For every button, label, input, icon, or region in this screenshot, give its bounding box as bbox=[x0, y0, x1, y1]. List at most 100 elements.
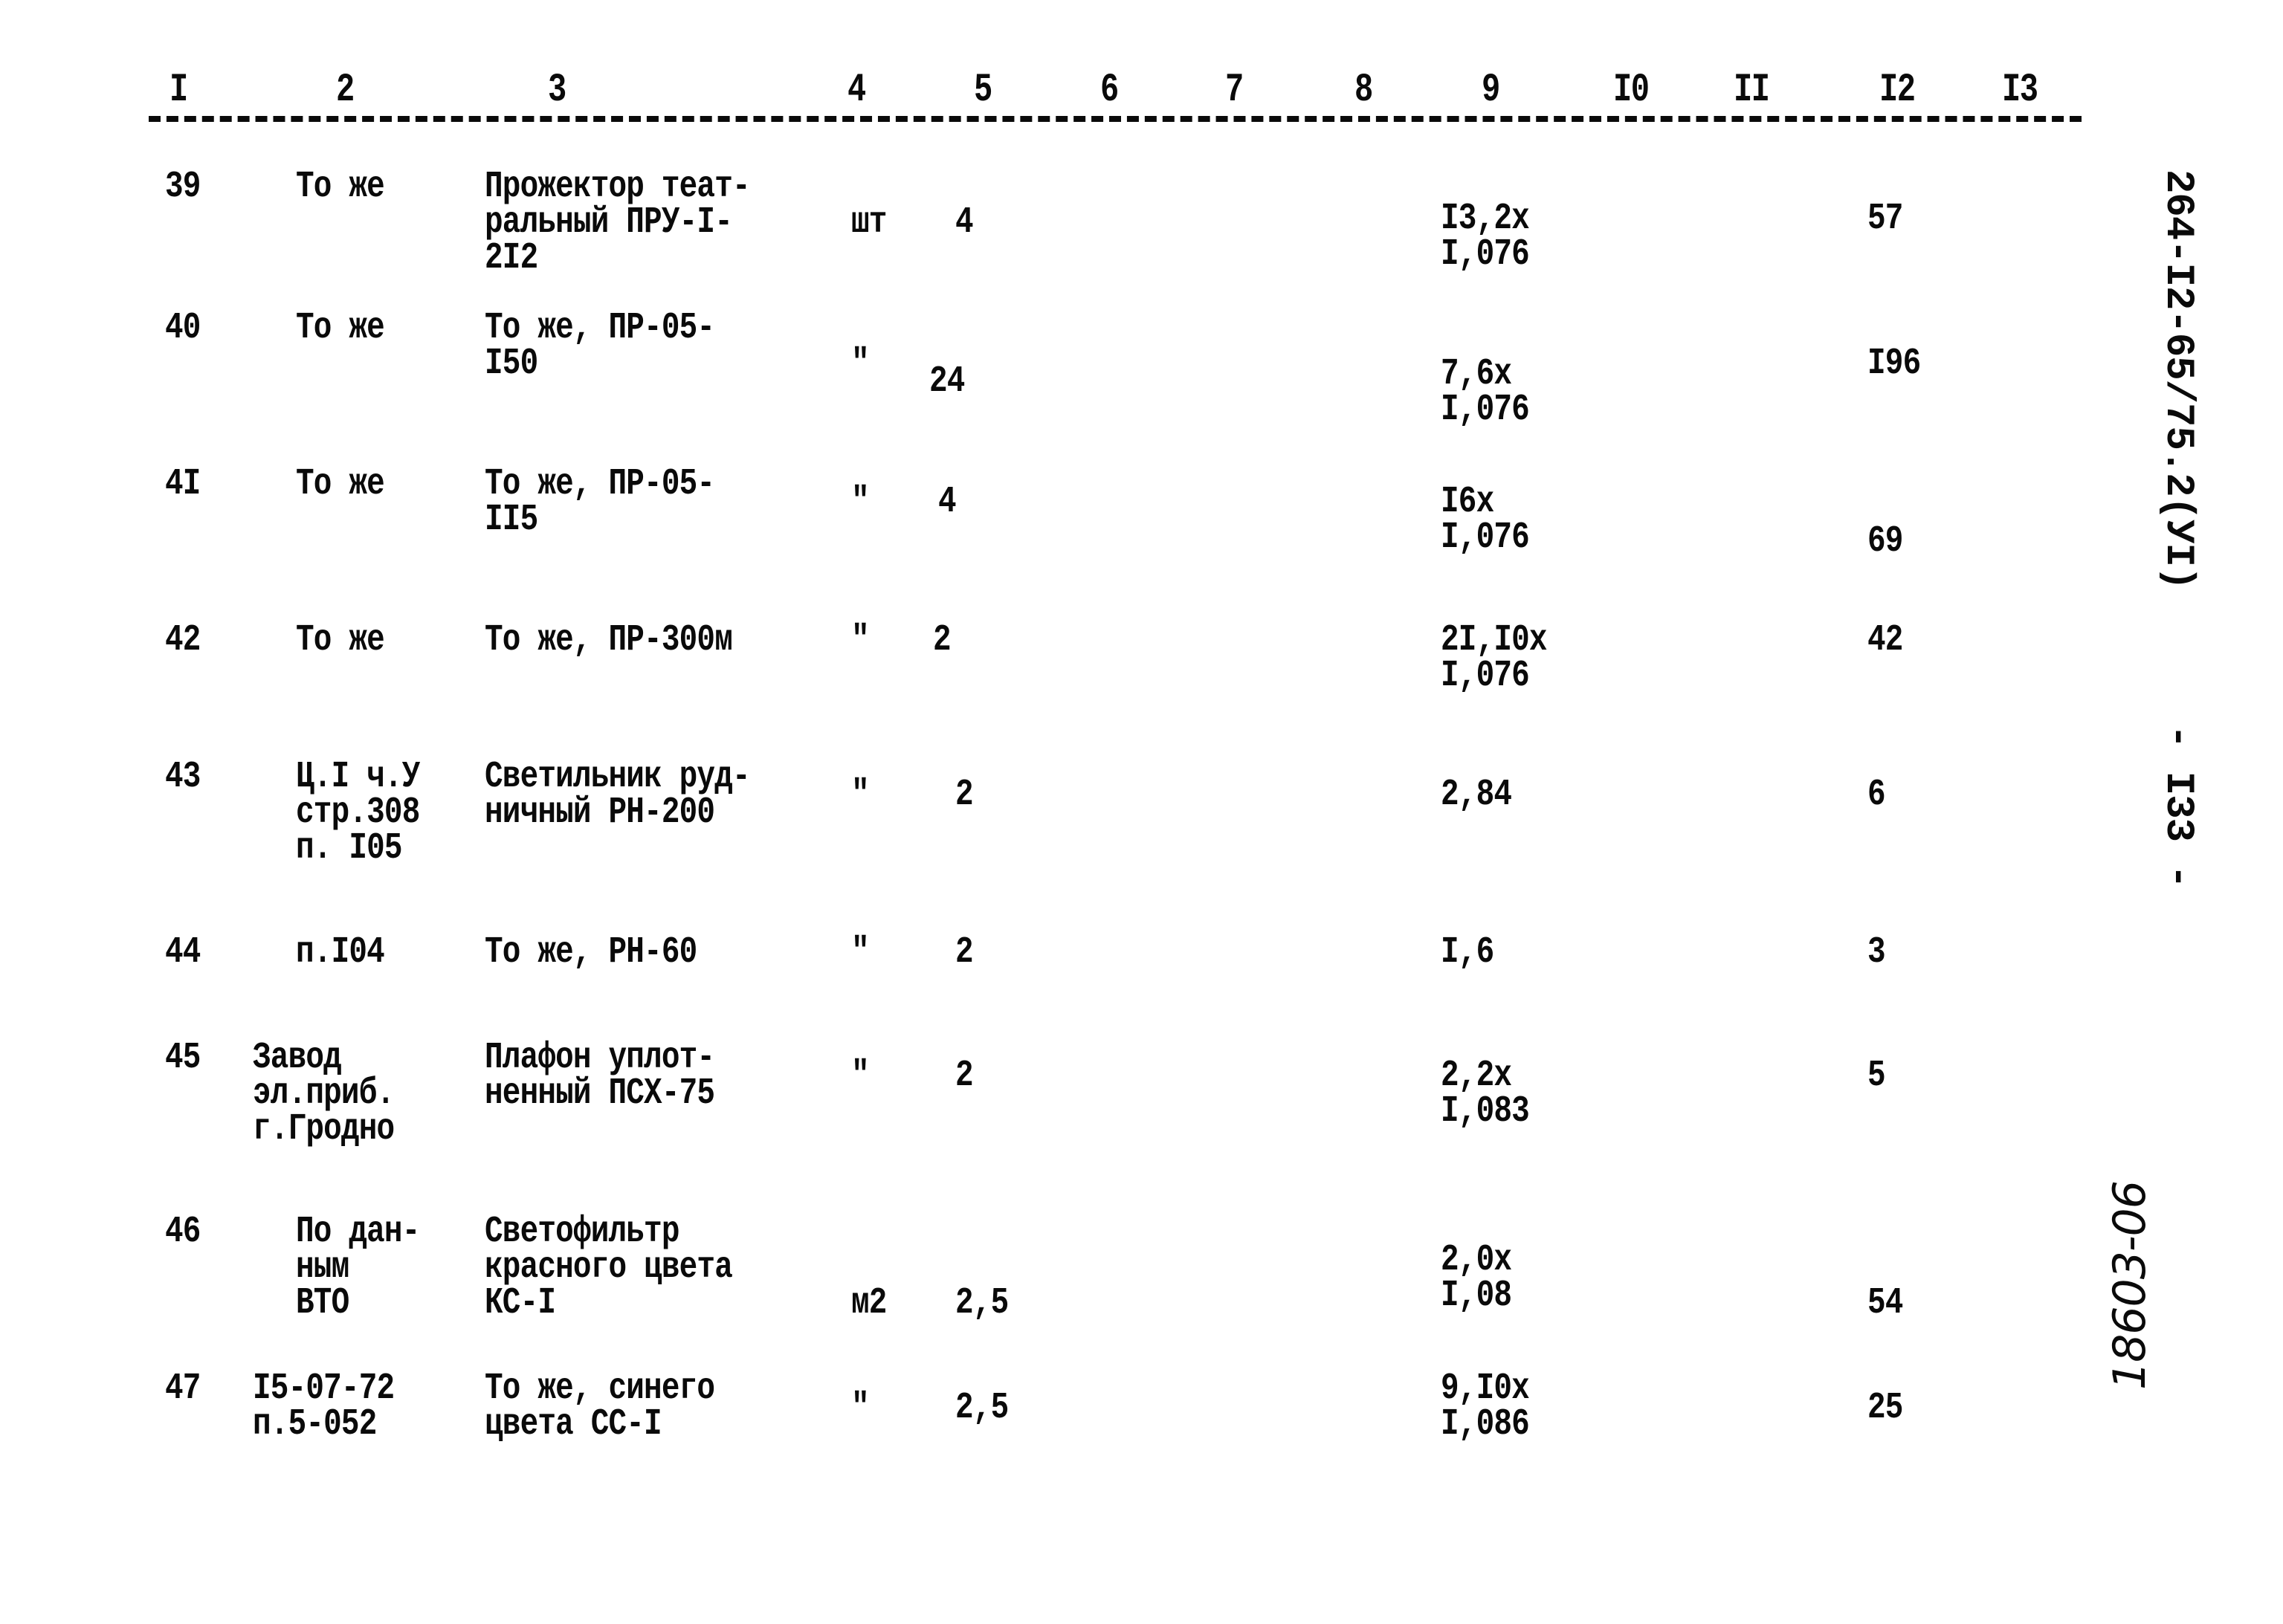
item-name: То же, ПР-05- I50 bbox=[485, 307, 715, 385]
item-name: Прожектор теат-ральный ПРУ-I- 2I2 bbox=[485, 169, 751, 279]
quantity: 2,5 bbox=[955, 1387, 1009, 1430]
column-header-2: 2 bbox=[336, 68, 355, 113]
item-name: То же, РН-60 bbox=[485, 934, 697, 971]
document-code: 264-I2-65/75.2(УI) bbox=[2155, 169, 2200, 590]
quantity: 2 bbox=[933, 619, 952, 661]
item-name-line: II5 bbox=[485, 499, 538, 541]
total-cost: 57 bbox=[1867, 198, 1903, 241]
unit-price-formula-line: 2,0x bbox=[1441, 1239, 1512, 1282]
source-reference: То же bbox=[296, 619, 385, 661]
unit-price-formula-line: 7,6x bbox=[1441, 353, 1512, 396]
item-name-line: ральный ПРУ-I- bbox=[485, 201, 733, 244]
column-header-5: 5 bbox=[974, 68, 992, 113]
quantity: 4 bbox=[955, 201, 974, 244]
unit-of-measure: " bbox=[851, 343, 870, 385]
source-reference-line: I5-07-72 bbox=[253, 1368, 395, 1410]
column-header-9: 9 bbox=[1482, 68, 1500, 113]
item-name: То же, синего цвета СС-I bbox=[485, 1368, 715, 1446]
row-number: 42 bbox=[165, 619, 201, 661]
source-reference: п.I04 bbox=[296, 934, 385, 971]
unit-price-formula-line: 2,84 bbox=[1441, 774, 1512, 816]
item-name-line: 2I2 bbox=[485, 237, 538, 279]
column-header-11: II bbox=[1734, 68, 1770, 113]
column-header-3: 3 bbox=[548, 68, 566, 113]
quantity: 24 bbox=[929, 360, 965, 403]
source-reference-line: То же bbox=[296, 619, 385, 661]
unit-of-measure: " bbox=[851, 619, 870, 661]
unit-of-measure: " bbox=[851, 931, 870, 974]
total-cost: 25 bbox=[1867, 1387, 1903, 1430]
unit-price-formula-line: I,076 bbox=[1441, 389, 1530, 432]
item-name: То же, ПР-05- II5 bbox=[485, 463, 715, 541]
item-name-line: ничный РН-200 bbox=[485, 792, 715, 834]
unit-price-formula-line: I,076 bbox=[1441, 655, 1530, 697]
unit-price-formula: 7,6x I,076 bbox=[1441, 353, 1530, 432]
item-name-line: То же, ПР-05- bbox=[485, 463, 715, 505]
item-name-line: красного цвета bbox=[485, 1246, 733, 1289]
unit-of-measure: " bbox=[851, 481, 870, 523]
unit-price-formula: I,6 bbox=[1441, 931, 1494, 974]
source-reference-line: Ц.I ч.У bbox=[296, 756, 420, 798]
source-reference-line: То же bbox=[296, 463, 385, 505]
item-name-line: I50 bbox=[485, 343, 538, 385]
unit-price-formula-line: I,086 bbox=[1441, 1403, 1530, 1446]
quantity: 2 bbox=[955, 774, 974, 816]
source-reference: То же bbox=[296, 307, 385, 349]
source-reference-line: По дан- bbox=[296, 1211, 420, 1253]
total-cost: 42 bbox=[1867, 619, 1903, 661]
column-header-7: 7 bbox=[1225, 68, 1244, 113]
unit-price-formula-line: I,076 bbox=[1441, 517, 1530, 559]
item-name-line: То же, синего bbox=[485, 1368, 715, 1410]
source-reference: I5-07-72 п.5-052 bbox=[253, 1368, 395, 1443]
item-name-line: Светофильтр bbox=[485, 1211, 679, 1253]
column-header-6: 6 bbox=[1100, 68, 1119, 113]
source-reference-line: То же bbox=[296, 166, 385, 208]
unit-price-formula: 2,84 bbox=[1441, 774, 1512, 816]
quantity: 4 bbox=[938, 481, 957, 523]
unit-price-formula: I3,2x I,076 bbox=[1441, 198, 1530, 276]
row-number: 43 bbox=[165, 756, 201, 798]
unit-price-formula-line: I3,2x bbox=[1441, 198, 1530, 241]
total-cost: 69 bbox=[1867, 520, 1903, 563]
column-header-13: I3 bbox=[2002, 68, 2038, 113]
unit-of-measure: " bbox=[851, 774, 870, 816]
source-reference: То же bbox=[296, 166, 385, 208]
source-reference: То же bbox=[296, 463, 385, 505]
document-page: I 2 3 4 5 6 7 8 9 I0 II I2 I3 39 То же Про… bbox=[0, 0, 2283, 1624]
item-name-line: цвета СС-I bbox=[485, 1403, 662, 1446]
source-reference: Завод эл.приб. г.Гродно bbox=[253, 1037, 395, 1148]
row-number: 40 bbox=[165, 307, 201, 349]
unit-of-measure: " bbox=[851, 1387, 870, 1430]
row-number: 47 bbox=[165, 1368, 201, 1410]
source-reference-line: эл.приб. bbox=[253, 1073, 395, 1115]
item-name-line: Светильник руд- bbox=[485, 756, 751, 798]
source-reference-line: Завод bbox=[253, 1037, 342, 1079]
unit-price-formula-line: I,076 bbox=[1441, 233, 1530, 276]
unit-price-formula: 9,I0x I,086 bbox=[1441, 1371, 1530, 1446]
page-number: - I33 - bbox=[2155, 725, 2200, 888]
item-name-line: То же, ПР-05- bbox=[485, 307, 715, 349]
total-cost: 5 bbox=[1867, 1055, 1886, 1097]
quantity: 2 bbox=[955, 1055, 974, 1097]
total-cost: 6 bbox=[1867, 774, 1886, 816]
total-cost: 3 bbox=[1867, 931, 1886, 974]
header-dashed-rule bbox=[149, 116, 2082, 122]
source-reference-line: стр.308 bbox=[296, 792, 420, 834]
unit-price-formula-line: I,6 bbox=[1441, 931, 1494, 974]
row-number: 44 bbox=[165, 931, 201, 974]
source-reference-line: То же bbox=[296, 307, 385, 349]
item-name: Плафон уплот-ненный ПСХ-75 bbox=[485, 1037, 715, 1113]
total-cost: I96 bbox=[1867, 343, 1921, 385]
item-name: Светильник руд-ничный РН-200 bbox=[485, 756, 751, 834]
total-cost: 54 bbox=[1867, 1282, 1903, 1324]
column-header-10: I0 bbox=[1613, 68, 1650, 113]
unit-price-formula-line: 2I,I0x bbox=[1441, 619, 1548, 661]
unit-price-formula: 2,0x I,08 bbox=[1441, 1239, 1512, 1315]
quantity: 2,5 bbox=[955, 1282, 1009, 1324]
item-name-line: Плафон уплот- bbox=[485, 1037, 715, 1079]
row-number: 4I bbox=[165, 463, 201, 505]
column-header-12: I2 bbox=[1879, 68, 1916, 113]
unit-price-formula-line: I,083 bbox=[1441, 1090, 1530, 1133]
row-number: 45 bbox=[165, 1037, 201, 1079]
source-reference-line: ным bbox=[296, 1246, 349, 1289]
